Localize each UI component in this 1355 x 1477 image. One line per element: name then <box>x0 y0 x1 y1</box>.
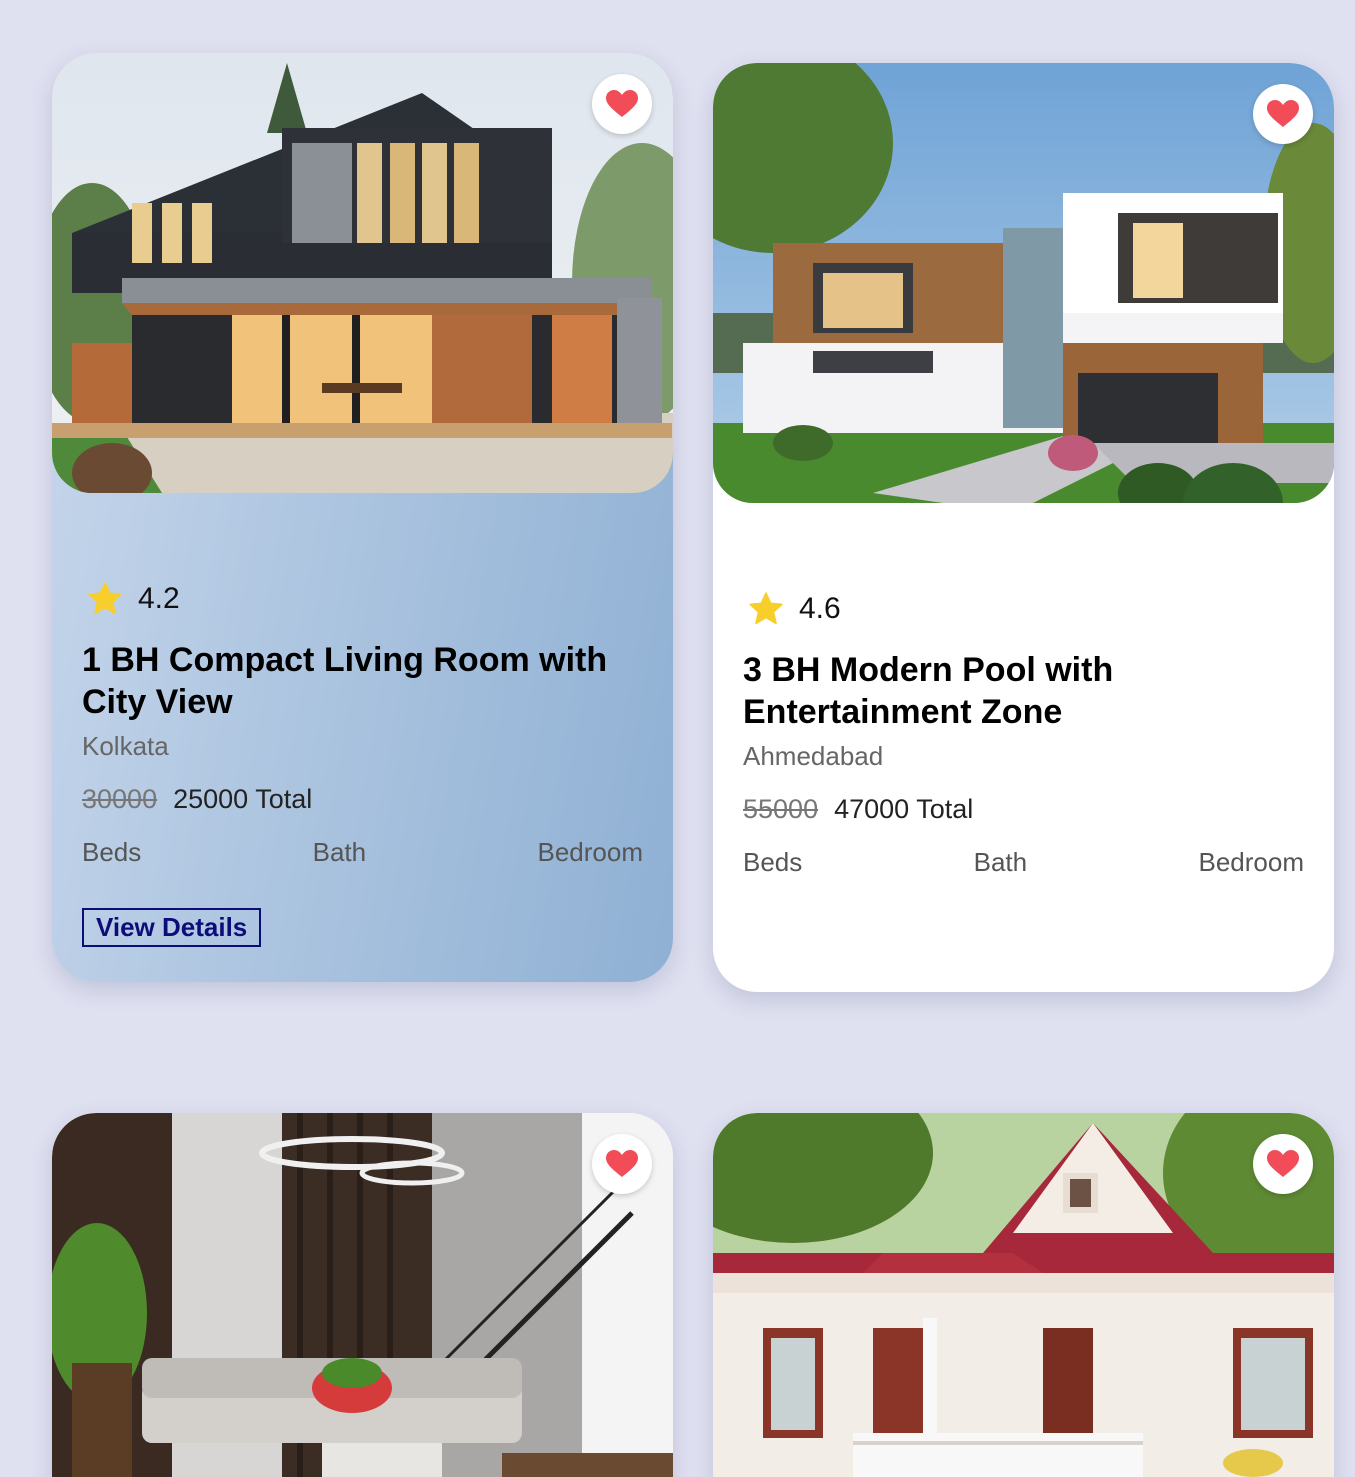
listing-photo <box>713 63 1334 503</box>
rating-value: 4.2 <box>138 582 180 615</box>
listing-price: 30000 25000 Total <box>82 784 643 815</box>
listing-card[interactable] <box>52 1113 673 1477</box>
cottage-image <box>713 1113 1334 1477</box>
modern-house-image <box>52 53 673 493</box>
spec-bath: Bath <box>973 847 1028 877</box>
heart-icon <box>1267 1150 1299 1177</box>
rating: 4.2 <box>82 579 643 619</box>
listing-city: Kolkata <box>82 731 169 761</box>
current-price: 47000 Total <box>834 794 974 824</box>
spec-bedroom: Bedroom <box>1198 847 1304 877</box>
listing-price: 55000 47000 Total <box>743 794 1304 825</box>
spec-beds: Beds <box>743 847 803 877</box>
listing-specs: Beds Bath Bedroom <box>82 837 643 868</box>
spec-bedroom: Bedroom <box>537 837 643 867</box>
listing-card[interactable] <box>713 1113 1334 1477</box>
favorite-button[interactable] <box>1253 84 1313 144</box>
living-room-image <box>52 1113 673 1477</box>
heart-icon <box>1267 100 1299 127</box>
star-icon <box>749 592 783 625</box>
favorite-button[interactable] <box>1253 1134 1313 1194</box>
spec-bath: Bath <box>312 837 367 867</box>
listing-grid: 4.2 1 BH Compact Living Room with City V… <box>0 0 1355 1477</box>
listing-photo <box>52 1113 673 1477</box>
old-price: 55000 <box>743 794 819 824</box>
heart-icon <box>606 1150 638 1177</box>
villa-image <box>713 63 1334 503</box>
listing-card[interactable]: 4.2 1 BH Compact Living Room with City V… <box>52 53 673 982</box>
listing-specs: Beds Bath Bedroom <box>743 847 1304 878</box>
favorite-button[interactable] <box>592 74 652 134</box>
rating: 4.6 <box>743 589 1304 629</box>
listing-title: 1 BH Compact Living Room with City View <box>82 641 608 721</box>
view-details-button[interactable]: View Details <box>82 908 262 947</box>
old-price: 30000 <box>82 784 158 814</box>
rating-value: 4.6 <box>799 592 841 625</box>
listing-photo <box>713 1113 1334 1477</box>
listing-card[interactable]: 4.6 3 BH Modern Pool with Entertainment … <box>713 63 1334 992</box>
current-price: 25000 Total <box>173 784 313 814</box>
listing-city: Ahmedabad <box>743 741 884 771</box>
listing-photo <box>52 53 673 493</box>
heart-icon <box>606 90 638 117</box>
star-icon <box>88 582 122 615</box>
favorite-button[interactable] <box>592 1134 652 1194</box>
spec-beds: Beds <box>82 837 142 867</box>
listing-title: 3 BH Modern Pool with Entertainment Zone <box>743 651 1114 731</box>
